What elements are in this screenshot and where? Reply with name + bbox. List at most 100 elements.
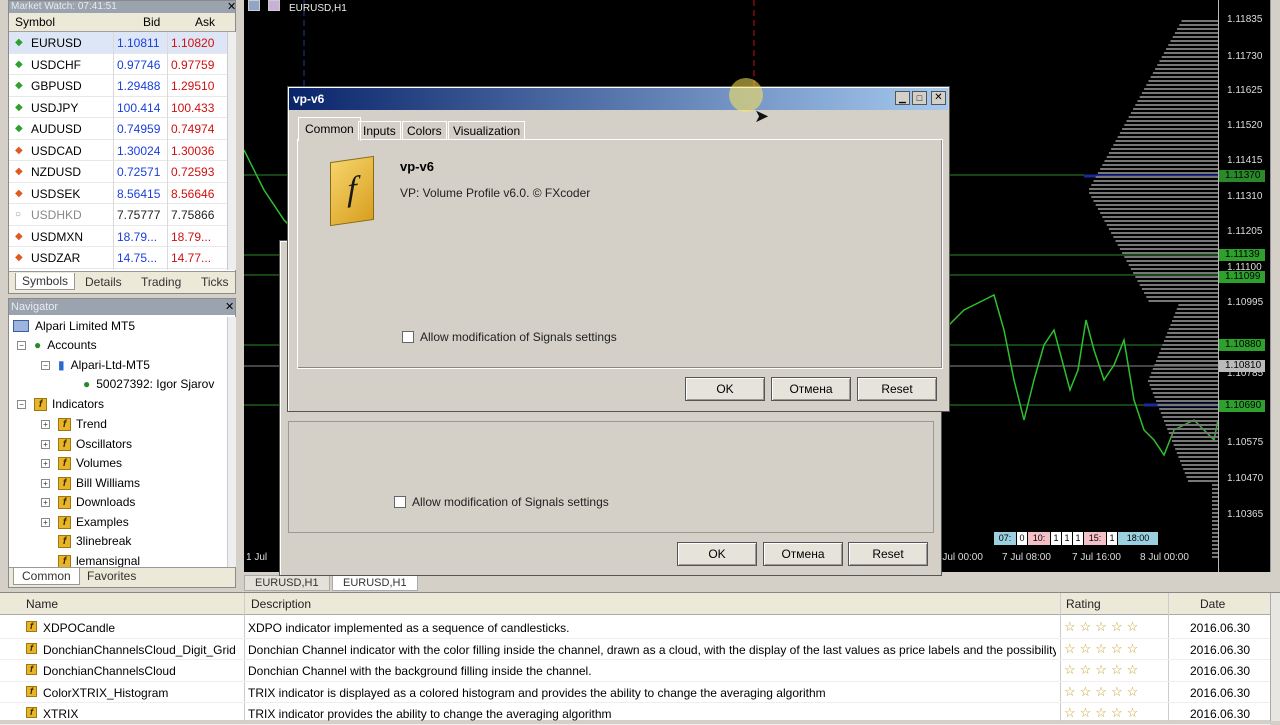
- cancel-button[interactable]: Отмена: [763, 542, 843, 566]
- ok-button[interactable]: OK: [685, 377, 765, 401]
- signals-checkbox[interactable]: [402, 331, 414, 343]
- volume-bar: [1154, 396, 1218, 398]
- nav-indicator-item[interactable]: f 3linebreak: [41, 534, 131, 549]
- right-scrollbar[interactable]: [1270, 0, 1280, 572]
- nav-indicator-item[interactable]: f lemansignal: [41, 554, 140, 568]
- column-symbol[interactable]: Symbol: [15, 15, 55, 29]
- column-description[interactable]: Description: [251, 597, 311, 611]
- market-watch-panel: Market Watch: 07:41:51 ✕ Symbol Bid Ask …: [8, 0, 236, 294]
- expand-icon[interactable]: +: [41, 420, 50, 430]
- tab-common[interactable]: Common: [13, 568, 80, 585]
- column-date[interactable]: Date: [1200, 597, 1225, 611]
- table-scrollbar[interactable]: [1270, 593, 1280, 721]
- table-row[interactable]: f XDPOCandle XDPO indicator implemented as…: [0, 617, 1270, 639]
- tab-ticks[interactable]: Ticks: [201, 275, 229, 289]
- nav-indicator-item[interactable]: + f Downloads: [41, 495, 135, 510]
- market-watch-row[interactable]: ◆ GBPUSD 1.29488 1.29510: [9, 75, 227, 97]
- table-row[interactable]: f ColorXTRIX_Histogram TRIX indicator is d…: [0, 682, 1270, 703]
- tab-details[interactable]: Details: [85, 275, 122, 289]
- nav-accounts[interactable]: − ● Accounts: [17, 338, 97, 352]
- expand-icon[interactable]: +: [41, 439, 50, 449]
- volume-bar: [1149, 376, 1218, 378]
- symbol-name: USDMXN: [31, 229, 84, 244]
- close-icon[interactable]: ✕: [227, 1, 236, 13]
- price-box: 1.10880: [1219, 339, 1265, 351]
- expand-icon[interactable]: +: [41, 498, 50, 508]
- nav-indicator-item[interactable]: + f Examples: [41, 515, 129, 529]
- symbol-name: USDCAD: [31, 143, 82, 158]
- volume-bar: [1089, 188, 1218, 190]
- dialog-titlebar[interactable]: vp-v6 ▁ □ ✕: [289, 88, 948, 110]
- nav-indicators[interactable]: − f Indicators: [17, 397, 104, 412]
- market-watch-row[interactable]: ◆ USDCAD 1.30024 1.30036: [9, 140, 227, 161]
- cancel-button[interactable]: Отмена: [771, 377, 851, 401]
- volume-bar: [1165, 336, 1218, 338]
- volume-bar: [1162, 416, 1218, 418]
- expand-icon[interactable]: +: [41, 459, 50, 469]
- table-row[interactable]: f DonchianChannelsCloud Donchian Channel w…: [0, 660, 1270, 682]
- column-rating[interactable]: Rating: [1066, 597, 1101, 611]
- chart-tab-active[interactable]: EURUSD,H1: [332, 575, 418, 591]
- market-watch-row[interactable]: ◆ USDCHF 0.97746 0.97759: [9, 54, 227, 75]
- market-watch-header: Symbol Bid Ask: [9, 13, 235, 32]
- chart-symbol-title: EURUSD,H1: [289, 3, 347, 14]
- volume-bar: [1160, 412, 1218, 414]
- rating-stars[interactable]: ☆☆☆☆☆: [1064, 705, 1142, 721]
- navigator-scrollbar[interactable]: [227, 317, 236, 567]
- rating-stars[interactable]: ☆☆☆☆☆: [1064, 684, 1142, 700]
- table-row[interactable]: f DonchianChannelsCloud_Digit_Grid Donchia…: [0, 639, 1270, 660]
- collapse-icon[interactable]: −: [17, 341, 26, 351]
- nav-server[interactable]: − ▮ Alpari-Ltd-MT5: [41, 358, 150, 372]
- nav-indicator-item[interactable]: + f Trend: [41, 417, 107, 432]
- market-watch-row[interactable]: ○ USDHKD 7.75777 7.75866: [9, 204, 227, 226]
- bid-price: 7.75777: [117, 208, 161, 222]
- tab-inputs[interactable]: Inputs: [358, 121, 401, 140]
- tab-symbols[interactable]: Symbols: [15, 273, 76, 290]
- collapse-icon[interactable]: −: [17, 400, 26, 410]
- column-bid[interactable]: Bid: [143, 15, 160, 29]
- volume-bar: [1146, 296, 1218, 298]
- tab-trading[interactable]: Trading: [141, 275, 181, 289]
- tab-favorites[interactable]: Favorites: [87, 569, 136, 583]
- close-icon[interactable]: ✕: [931, 91, 946, 105]
- column-ask[interactable]: Ask: [195, 15, 215, 29]
- rating-stars[interactable]: ☆☆☆☆☆: [1064, 641, 1142, 657]
- nav-indicator-item[interactable]: + f Bill Williams: [41, 476, 140, 490]
- market-watch-row[interactable]: ◆ USDMXN 18.79... 18.79...: [9, 226, 227, 247]
- tab-colors[interactable]: Colors: [402, 121, 447, 140]
- maximize-icon[interactable]: □: [912, 91, 927, 105]
- collapse-icon[interactable]: −: [41, 361, 50, 371]
- rating-stars[interactable]: ☆☆☆☆☆: [1064, 662, 1142, 678]
- volume-bar: [1176, 452, 1218, 454]
- minimize-icon[interactable]: ▁: [895, 91, 910, 105]
- expand-icon[interactable]: +: [41, 478, 50, 488]
- close-icon[interactable]: ✕: [225, 300, 234, 313]
- nav-indicator-item[interactable]: + f Oscillators: [41, 437, 132, 451]
- chart-tab[interactable]: EURUSD,H1: [244, 575, 330, 591]
- reset-button[interactable]: Reset: [857, 377, 937, 401]
- row-description: TRIX indicator is displayed as a colored…: [248, 685, 826, 700]
- market-watch-row[interactable]: ◆ USDJPY 100.414 100.433: [9, 97, 227, 118]
- market-watch-row[interactable]: ◆ AUDUSD 0.74959 0.74974: [9, 118, 227, 140]
- volume-bar: [1117, 136, 1218, 138]
- nav-indicator-item[interactable]: + f Volumes: [41, 456, 122, 471]
- nav-account[interactable]: ● 50027392: Igor Sjarov: [83, 377, 214, 391]
- column-name[interactable]: Name: [26, 597, 58, 611]
- tab-common[interactable]: Common: [298, 117, 361, 141]
- rating-stars[interactable]: ☆☆☆☆☆: [1064, 619, 1142, 635]
- reset-button[interactable]: Reset: [848, 542, 928, 566]
- expand-icon[interactable]: +: [41, 517, 50, 527]
- volume-bar: [1154, 364, 1218, 366]
- indicator-icon: f: [26, 642, 37, 654]
- market-watch-row[interactable]: ◆ NZDUSD 0.72571 0.72593: [9, 161, 227, 183]
- market-watch-scrollbar[interactable]: [227, 32, 236, 270]
- market-watch-row[interactable]: ◆ EURUSD 1.10811 1.10820: [9, 32, 227, 54]
- signals-checkbox[interactable]: [394, 496, 406, 508]
- tab-visualization[interactable]: Visualization: [448, 121, 526, 140]
- market-watch-row[interactable]: ◆ USDZAR 14.75... 14.77...: [9, 247, 227, 269]
- ok-button[interactable]: OK: [677, 542, 757, 566]
- volume-bar: [1164, 420, 1218, 422]
- table-row[interactable]: f XTRIX TRIX indicator provides the abilit…: [0, 703, 1270, 725]
- nav-broker[interactable]: Alpari Limited MT5: [13, 319, 135, 333]
- market-watch-row[interactable]: ◆ USDSEK 8.56415 8.56646: [9, 183, 227, 204]
